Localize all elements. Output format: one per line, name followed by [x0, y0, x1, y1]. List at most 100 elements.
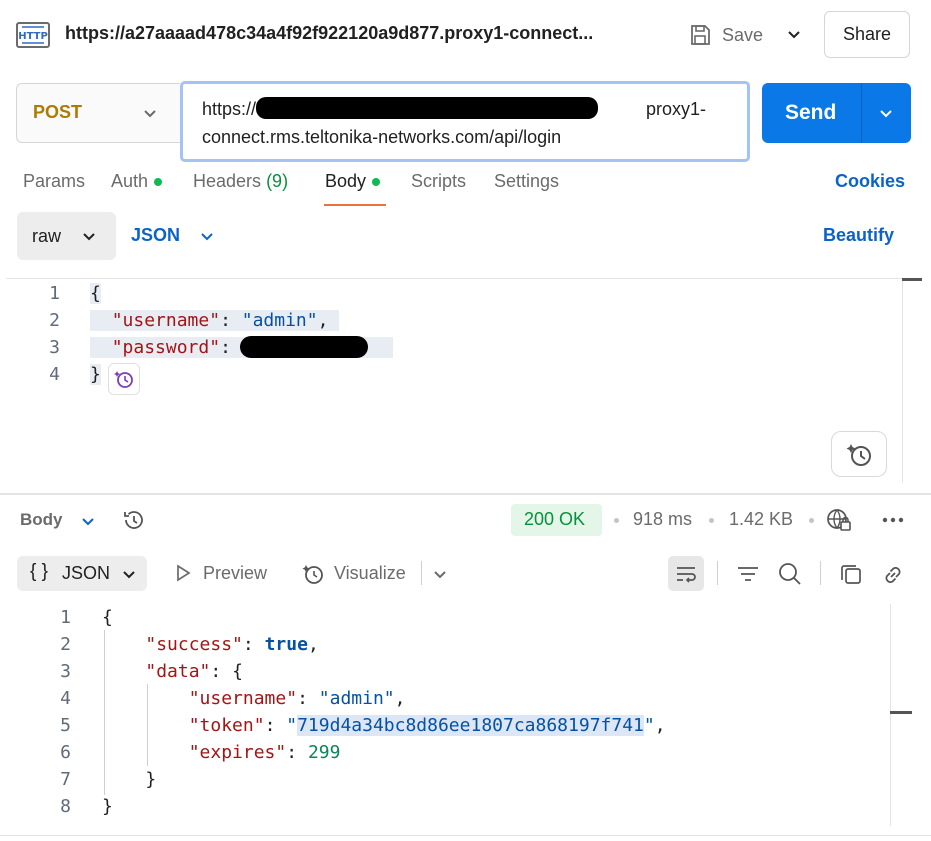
line-number: 1 [60, 607, 71, 628]
headers-count: (9) [266, 171, 289, 191]
braces-icon: { } [30, 561, 48, 582]
tab-body-label: Body [325, 171, 367, 191]
svg-text:HTTP: HTTP [18, 31, 48, 42]
line-number: 5 [60, 715, 71, 736]
send-options-chevron-icon[interactable] [876, 103, 896, 123]
copy-icon[interactable] [839, 562, 863, 586]
meta-separator [809, 518, 814, 523]
status-text: 200 OK [524, 509, 586, 529]
auth-active-dot [154, 178, 163, 187]
request-tab-title[interactable]: https://a27aaaad478c34a4f92f922120a9d877… [65, 23, 593, 44]
visualize-icon [300, 561, 326, 587]
preview-button[interactable]: Preview [203, 563, 267, 584]
code-colon: : [220, 337, 242, 358]
save-options-chevron-icon[interactable] [784, 24, 804, 44]
code-close-brace: } [145, 769, 157, 790]
code-key-data: "data" [145, 661, 211, 682]
body-format-chevron-down-icon[interactable] [197, 226, 217, 246]
code-key-expires: "expires" [188, 742, 287, 763]
request-scroll-thumb[interactable] [902, 278, 922, 281]
code-value-username: "admin" [318, 688, 395, 709]
method-label: POST [33, 102, 83, 122]
code-value-token[interactable]: 719d4a34bc8d86ee1807ca868197f741 [297, 715, 644, 736]
code-open-brace: { [90, 283, 101, 304]
code-comma: , [394, 688, 406, 709]
search-icon[interactable] [777, 561, 803, 587]
line-number: 1 [49, 283, 60, 304]
code-close-brace: } [90, 364, 101, 385]
meta-separator [614, 518, 619, 523]
toolbar-separator [421, 561, 422, 585]
code-open-brace: { [102, 607, 113, 628]
code-key-token: "token" [188, 715, 265, 736]
cookies-link[interactable]: Cookies [835, 171, 905, 192]
code-value-expires: 299 [307, 742, 341, 763]
method-chevron-down-icon[interactable] [140, 103, 160, 123]
password-redaction [240, 336, 368, 358]
url-redaction [256, 97, 598, 119]
ai-assist-large-icon[interactable] [831, 431, 887, 477]
network-globe-lock-icon[interactable] [826, 507, 852, 533]
tab-settings[interactable]: Settings [494, 171, 559, 192]
response-code: { "success": true, "data": { "username":… [102, 604, 666, 820]
response-time[interactable]: 918 ms [633, 509, 692, 530]
tab-auth-label: Auth [111, 171, 149, 191]
response-format-chevron-down-icon[interactable] [119, 564, 139, 584]
line-number: 4 [60, 688, 71, 709]
tab-auth[interactable]: Auth [111, 171, 163, 192]
visualize-button[interactable]: Visualize [334, 563, 406, 584]
toolbar-separator [820, 561, 821, 585]
tab-headers-label: Headers [193, 171, 262, 191]
body-type-chevron-down-icon[interactable] [79, 226, 99, 246]
response-chevron-down-icon[interactable] [78, 511, 98, 531]
tab-params[interactable]: Params [23, 171, 85, 192]
visualize-chevron-down-icon[interactable] [430, 564, 450, 584]
code-colon: : [210, 661, 233, 682]
code-colon: : [242, 634, 265, 655]
response-editor-scrollbar[interactable] [890, 604, 913, 826]
line-number: 8 [60, 796, 71, 817]
play-icon [173, 563, 193, 583]
code-value-success: true [264, 634, 308, 655]
send-label: Send [785, 101, 837, 124]
code-open-brace: { [232, 661, 243, 682]
save-icon [688, 23, 712, 47]
body-format-select[interactable]: JSON [131, 225, 180, 246]
history-icon[interactable] [121, 507, 147, 533]
ai-assist-icon[interactable] [108, 363, 140, 395]
line-number: 3 [60, 661, 71, 682]
bottom-border [0, 835, 931, 836]
more-options-icon[interactable] [880, 508, 906, 532]
tab-body[interactable]: Body [325, 171, 381, 192]
line-number: 3 [49, 337, 60, 358]
toolbar-separator [717, 561, 718, 585]
beautify-button[interactable]: Beautify [823, 225, 894, 246]
url-prefix: https:// [202, 99, 257, 119]
wrap-lines-icon [674, 562, 698, 586]
code-colon: : [264, 715, 287, 736]
filter-icon[interactable] [736, 562, 760, 586]
code-key-username: "username" [188, 688, 298, 709]
code-comma: , [654, 715, 666, 736]
request-editor-scrollbar[interactable] [902, 278, 923, 483]
response-scroll-thumb[interactable] [890, 711, 912, 714]
tab-headers[interactable]: Headers (9) [193, 171, 288, 192]
code-colon: : [220, 310, 242, 331]
line-number: 6 [60, 742, 71, 763]
code-comma: , [307, 634, 319, 655]
share-button[interactable]: Share [824, 11, 910, 58]
line-number: 7 [60, 769, 71, 790]
tab-scripts[interactable]: Scripts [411, 171, 466, 192]
active-tab-underline [324, 204, 386, 206]
code-quote: " [286, 715, 298, 736]
response-body-label: Body [20, 510, 63, 529]
meta-separator [709, 518, 714, 523]
response-size[interactable]: 1.42 KB [729, 509, 793, 530]
code-quote: " [643, 715, 655, 736]
save-button[interactable]: Save [688, 20, 763, 50]
send-divider [861, 83, 862, 143]
code-comma: , [317, 310, 329, 331]
request-line-numbers: 1 2 3 4 [40, 280, 60, 388]
pane-divider[interactable] [0, 493, 931, 495]
link-icon[interactable] [880, 562, 906, 588]
